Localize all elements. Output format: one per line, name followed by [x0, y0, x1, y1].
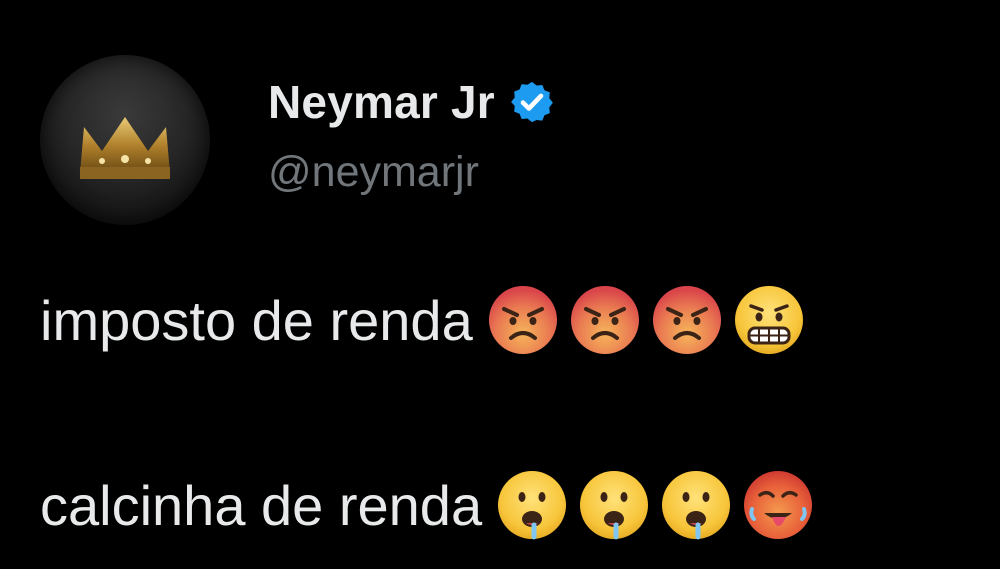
tweet-card: Neymar Jr @neymarjr imposto de renda cal…: [0, 0, 1000, 569]
crown-icon: [80, 117, 170, 179]
tweet-text-line: imposto de renda: [40, 280, 815, 360]
hot-face-icon: [744, 471, 813, 539]
drooling-face-icon: [662, 471, 731, 540]
angry-face-icon: [652, 286, 721, 354]
author-name-row[interactable]: Neymar Jr: [268, 72, 555, 132]
avatar[interactable]: [40, 55, 210, 225]
angry-face-icon: [570, 286, 639, 354]
drooling-face-icon: [580, 471, 649, 540]
drooling-face-icon: [498, 471, 567, 540]
author-handle[interactable]: @neymarjr: [268, 148, 479, 197]
tweet-text: imposto de renda: [40, 288, 473, 352]
angry-face-icon: [488, 286, 557, 354]
author-display-name[interactable]: Neymar Jr: [268, 75, 495, 129]
tweet-text: calcinha de renda: [40, 473, 483, 537]
grimacing-face-icon: [734, 286, 803, 354]
emoji-row: [487, 284, 815, 356]
emoji-row: [496, 469, 824, 541]
tweet-text-line: calcinha de renda: [40, 465, 824, 545]
verified-badge-icon: [510, 81, 553, 123]
